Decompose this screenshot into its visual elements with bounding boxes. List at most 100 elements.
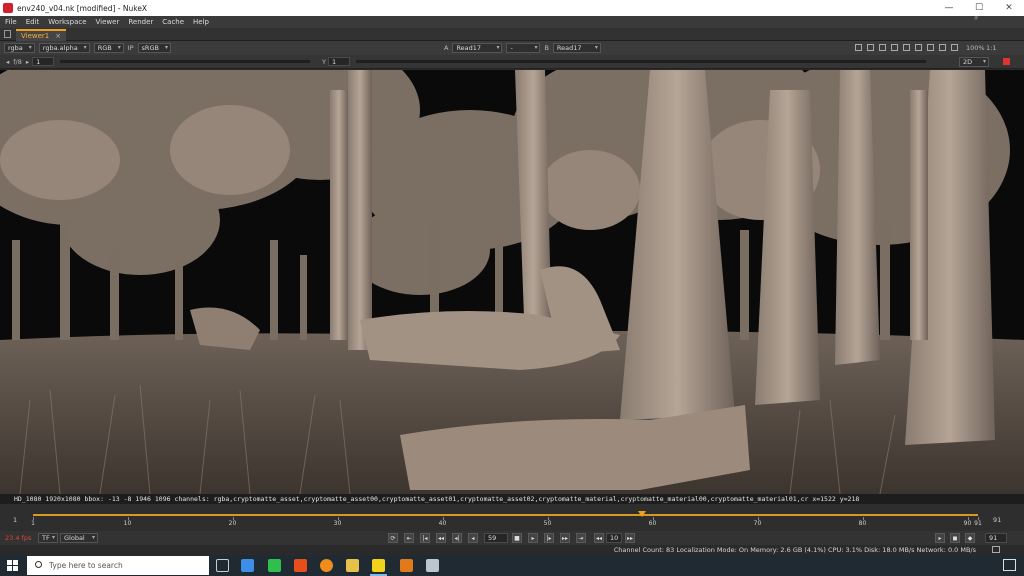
file-explorer-icon[interactable]: [346, 559, 359, 572]
viewer-info-line: HD_1080 1920x1080 bbox: -13 -8 1946 1096…: [0, 494, 1024, 504]
a-label: A: [444, 44, 449, 52]
timeline-tick-label: 10: [123, 520, 132, 527]
menu-viewer[interactable]: Viewer: [96, 18, 120, 26]
windows-taskbar: Type here to search: [0, 555, 1024, 576]
next-increment-button[interactable]: ▸▸: [560, 533, 570, 543]
gamma-label: Y: [322, 58, 326, 66]
gain-slider[interactable]: [60, 60, 310, 63]
colorspace-dropdown[interactable]: sRGB: [137, 43, 171, 53]
fstop-play-icon[interactable]: ◂: [6, 58, 9, 66]
menu-workspace[interactable]: Workspace: [48, 18, 86, 26]
gamma-field[interactable]: 1: [328, 57, 350, 66]
compare-mode-dropdown[interactable]: -: [506, 43, 541, 53]
overlay-icon[interactable]: [867, 44, 874, 51]
next-frame-button[interactable]: |▸: [544, 533, 554, 543]
viewer-toolbar: rgba rgba.alpha RGB IP sRGB A Read17 - B…: [0, 41, 1024, 55]
app-icon-1[interactable]: [241, 559, 254, 572]
region-icon[interactable]: [951, 44, 958, 51]
alpha-channel-dropdown[interactable]: rgba.alpha: [38, 43, 90, 53]
render-icon[interactable]: ◼: [950, 533, 960, 543]
search-icon: [35, 561, 42, 568]
first-frame-button[interactable]: ⇤: [404, 533, 414, 543]
app-icon-7[interactable]: [400, 559, 413, 572]
pause-icon[interactable]: [927, 44, 934, 51]
clip-warning-icon[interactable]: [891, 44, 898, 51]
guides-icon[interactable]: [903, 44, 910, 51]
a-input-group: A Read17 - B Read17: [440, 43, 601, 53]
nukex-window: env240_v04.nk [modified] - NukeX — ☐ ✕ F…: [0, 0, 1024, 576]
bookmark-icon[interactable]: ◆: [965, 533, 975, 543]
timeline-tick-label: 80: [858, 520, 867, 527]
fstop-step-icon[interactable]: ▸: [26, 58, 29, 66]
skip-back-button[interactable]: ◂◂: [594, 533, 604, 543]
menu-edit[interactable]: Edit: [26, 18, 40, 26]
zoom-dropdown[interactable]: 100%: [966, 44, 985, 52]
channels-dropdown[interactable]: rgba: [4, 43, 35, 53]
lut-icon[interactable]: [915, 44, 922, 51]
taskbar-search[interactable]: Type here to search: [27, 556, 209, 575]
stop-button[interactable]: ■: [512, 533, 522, 543]
end-frame-field[interactable]: 91: [985, 533, 1007, 543]
prev-frame-button[interactable]: ◂|: [452, 533, 462, 543]
forest-render-image: [0, 70, 1024, 494]
prev-keyframe-button[interactable]: |◂: [420, 533, 430, 543]
nuke-taskbar-icon[interactable]: [370, 559, 387, 576]
flipbook-icon[interactable]: ▸: [935, 533, 945, 543]
app-icon-3[interactable]: [294, 559, 307, 572]
display-channel-dropdown[interactable]: RGB: [93, 43, 124, 53]
gain-field[interactable]: 1: [32, 57, 55, 66]
timeline-tick-label: 50: [543, 520, 552, 527]
tab-viewer1[interactable]: Viewer1 ×: [16, 29, 67, 41]
refresh-icon[interactable]: [939, 44, 946, 51]
firefox-icon[interactable]: [320, 559, 333, 572]
a-input-dropdown[interactable]: Read17: [452, 43, 503, 53]
menu-help[interactable]: Help: [193, 18, 209, 26]
gamma-slider[interactable]: [356, 60, 926, 63]
timeline[interactable]: 1 1 10 20 30 40 50 60 70 80 90 91 91: [0, 504, 1024, 531]
start-button[interactable]: [7, 560, 18, 571]
status-bar: Channel Count: 83 Localization Mode: On …: [0, 545, 1024, 555]
paint-tool-icon[interactable]: [1003, 58, 1010, 65]
viewer-viewport[interactable]: [0, 70, 1024, 494]
fstop-label: f/8: [13, 57, 22, 66]
prev-increment-button[interactable]: ◂◂: [436, 533, 446, 543]
app-icon-8[interactable]: [426, 559, 439, 572]
timeline-tick-label: 40: [438, 520, 447, 527]
proxy-ratio-dropdown[interactable]: 1:1: [986, 44, 996, 52]
tab-label: Viewer1: [21, 32, 50, 40]
notification-icon[interactable]: [1003, 559, 1016, 571]
app-icon-2[interactable]: [268, 559, 281, 572]
input-process-toggle[interactable]: IP: [128, 44, 134, 52]
task-view-icon[interactable]: [216, 559, 229, 572]
timeline-playhead[interactable]: [638, 511, 646, 517]
pane-menu-icon[interactable]: [4, 30, 11, 38]
menu-cache[interactable]: Cache: [162, 18, 184, 26]
timeline-tick-label: 1: [31, 520, 35, 527]
menu-file[interactable]: File: [5, 18, 17, 26]
play-forward-button[interactable]: ▸: [528, 533, 538, 543]
mask-icon[interactable]: [879, 44, 886, 51]
nuke-app-icon: [3, 3, 13, 13]
frame-range-dropdown[interactable]: Global: [60, 533, 98, 543]
timeline-start-field[interactable]: 1: [13, 516, 17, 524]
last-frame-button[interactable]: ⇥: [576, 533, 586, 543]
view-mode-dropdown[interactable]: 2D: [959, 57, 989, 67]
pane-tab-bar: Viewer1 ×: [0, 28, 1024, 41]
current-frame-field[interactable]: 59: [484, 533, 508, 543]
fxphd-watermark: fxphd: [954, 1, 1014, 21]
play-backward-button[interactable]: ◂: [468, 533, 478, 543]
tab-close-icon[interactable]: ×: [55, 32, 61, 40]
b-input-dropdown[interactable]: Read17: [552, 43, 601, 53]
timeline-ruler[interactable]: 1 10 20 30 40 50 60 70 80 90 91: [31, 511, 982, 527]
timeline-tick-label: 70: [753, 520, 762, 527]
time-format-dropdown[interactable]: TF: [38, 533, 58, 543]
playback-mode-icon[interactable]: ⟳: [388, 533, 398, 543]
skip-forward-button[interactable]: ▸▸: [625, 533, 635, 543]
timeline-end-field[interactable]: 91: [993, 516, 1001, 524]
playback-controls: 23.4 fps TF Global ⟳ ⇤ |◂ ◂◂ ◂| ◂ 59 ■ ▸…: [0, 531, 1024, 545]
menu-render[interactable]: Render: [128, 18, 153, 26]
menu-bar: File Edit Workspace Viewer Render Cache …: [0, 16, 1024, 28]
roi-icon[interactable]: [855, 44, 862, 51]
increment-field[interactable]: 10: [606, 533, 622, 543]
status-settings-icon[interactable]: [992, 546, 1000, 553]
